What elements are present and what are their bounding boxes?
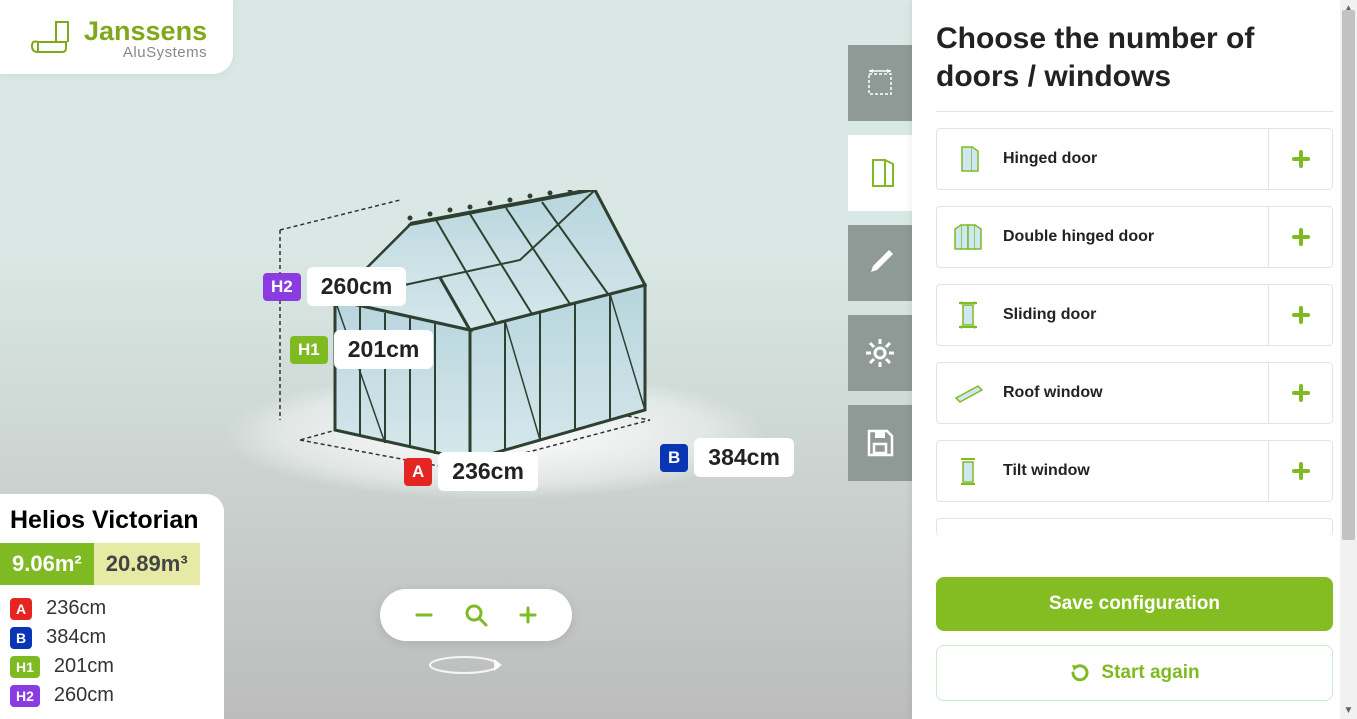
option-double-hinged-door: Double hinged door <box>936 206 1333 268</box>
option-tilt-window-main[interactable]: Tilt window <box>937 441 1268 501</box>
dim-h1-badge: H1 <box>290 336 328 364</box>
option-hinged-door-main[interactable]: Hinged door <box>937 129 1268 189</box>
option-double-hinged-door-add[interactable] <box>1268 207 1332 267</box>
option-hinged-door: Hinged door <box>936 128 1333 190</box>
option-sliding-door-add[interactable] <box>1268 285 1332 345</box>
model-info-panel: Helios Victorian 9.06m² 20.89m³ A 236cm … <box>0 494 224 719</box>
rotate-hint-icon <box>424 652 504 683</box>
tilt-window-icon <box>951 454 985 488</box>
dim-h2-badge: H2 <box>263 273 301 301</box>
dim-row-a: A 236cm <box>10 597 200 620</box>
rail-settings-button[interactable] <box>848 315 912 391</box>
dim-a-value: 236cm <box>438 452 538 491</box>
option-sliding-door: Sliding door <box>936 284 1333 346</box>
viewport-dim-h1: H1 201cm <box>290 330 433 369</box>
roof-window-icon <box>951 376 985 410</box>
brand-logo-card: Janssens AluSystems <box>0 0 233 74</box>
rail-save-button[interactable] <box>848 405 912 481</box>
rail-dimensions-button[interactable] <box>848 45 912 121</box>
model-volume: 20.89m³ <box>94 543 200 585</box>
hinged-door-icon <box>951 142 985 176</box>
brand-name: Janssens <box>84 18 207 45</box>
dim-b-badge: B <box>660 444 688 472</box>
model-area: 9.06m² <box>0 543 94 585</box>
dim-h1-value: 201cm <box>334 330 434 369</box>
panel-footer: Save configuration Start again <box>912 577 1357 719</box>
gear-icon <box>863 336 897 370</box>
plus-icon <box>1291 149 1311 169</box>
option-partial-next <box>936 518 1333 536</box>
save-configuration-button[interactable]: Save configuration <box>936 577 1333 631</box>
model-name: Helios Victorian <box>10 506 200 535</box>
dim-a-badge: A <box>404 458 432 486</box>
option-label: Sliding door <box>1003 306 1096 324</box>
option-hinged-door-add[interactable] <box>1268 129 1332 189</box>
zoom-out-button[interactable] <box>410 601 438 629</box>
logo-icon <box>26 18 74 60</box>
option-label: Roof window <box>1003 384 1103 402</box>
sliding-door-icon <box>951 298 985 332</box>
brand-subtitle: AluSystems <box>84 45 207 60</box>
option-sliding-door-main[interactable]: Sliding door <box>937 285 1268 345</box>
viewport-dim-h2: H2 260cm <box>263 267 406 306</box>
plus-icon <box>1291 227 1311 247</box>
viewport-dim-a: A 236cm <box>404 452 538 491</box>
option-tilt-window-add[interactable] <box>1268 441 1332 501</box>
plus-icon <box>1291 305 1311 325</box>
plus-icon <box>1291 461 1311 481</box>
rail-finish-button[interactable] <box>848 225 912 301</box>
dim-h2-value: 260cm <box>307 267 407 306</box>
option-tilt-window: Tilt window <box>936 440 1333 502</box>
option-roof-window-main[interactable]: Roof window <box>937 363 1268 423</box>
rail-doors-button[interactable] <box>848 135 912 211</box>
config-panel-scroll[interactable]: Choose the number of doors / windows Hin… <box>912 0 1357 577</box>
door-icon <box>863 156 897 190</box>
scroll-down-arrow-icon[interactable]: ▼ <box>1340 702 1357 719</box>
plus-icon <box>1291 383 1311 403</box>
save-disk-icon <box>863 426 897 460</box>
zoom-controls <box>380 589 572 641</box>
dim-row-h1: H1 201cm <box>10 655 200 678</box>
panel-title: Choose the number of doors / windows <box>936 20 1333 95</box>
panel-divider <box>936 111 1333 112</box>
option-double-hinged-door-main[interactable]: Double hinged door <box>937 207 1268 267</box>
restart-icon <box>1069 662 1091 684</box>
scroll-thumb[interactable] <box>1342 10 1355 540</box>
zoom-in-button[interactable] <box>514 601 542 629</box>
option-roof-window: Roof window <box>936 362 1333 424</box>
dim-row-h2: H2 260cm <box>10 684 200 707</box>
option-label: Tilt window <box>1003 462 1090 480</box>
option-label: Double hinged door <box>1003 228 1154 246</box>
config-panel: Choose the number of doors / windows Hin… <box>912 0 1357 719</box>
option-label: Hinged door <box>1003 150 1097 168</box>
option-roof-window-add[interactable] <box>1268 363 1332 423</box>
dimensions-icon <box>863 66 897 100</box>
paint-brush-icon <box>863 246 897 280</box>
dim-row-b: B 384cm <box>10 626 200 649</box>
double-hinged-door-icon <box>951 220 985 254</box>
dim-b-value: 384cm <box>694 438 794 477</box>
zoom-reset-button[interactable] <box>462 601 490 629</box>
start-again-button[interactable]: Start again <box>936 645 1333 701</box>
magnifier-icon <box>463 602 489 628</box>
step-rail <box>848 45 912 481</box>
viewport-dim-b: B 384cm <box>660 438 794 477</box>
page-scrollbar[interactable]: ▲ ▼ <box>1340 0 1357 719</box>
